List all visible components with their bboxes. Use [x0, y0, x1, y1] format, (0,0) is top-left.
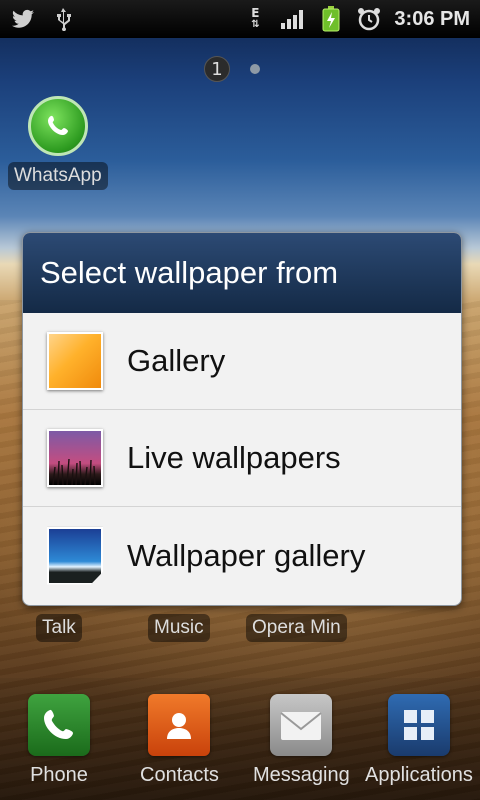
- status-left: [10, 7, 76, 31]
- applications-icon: [387, 694, 450, 756]
- dock-label: Phone: [30, 764, 88, 786]
- dialog-item-gallery[interactable]: Gallery: [23, 313, 461, 410]
- dock-messaging[interactable]: Messaging: [253, 694, 350, 787]
- home-label-opera-mini[interactable]: Opera Min: [246, 614, 347, 642]
- dialog-item-label: Wallpaper gallery: [127, 537, 366, 573]
- twitter-icon: [10, 7, 36, 31]
- phone-icon: [28, 694, 90, 756]
- live-wallpapers-icon: [47, 429, 103, 487]
- data-arrows-icon: ⇅: [251, 19, 260, 30]
- dialog-item-wallpaper-gallery[interactable]: Wallpaper gallery: [23, 507, 461, 604]
- network-label: E: [251, 6, 260, 20]
- dock-label: Applications: [365, 764, 473, 786]
- app-label: WhatsApp: [8, 162, 108, 190]
- messaging-icon: [270, 694, 333, 756]
- status-right: E ⇅ 3:06 PM: [242, 6, 470, 32]
- home-label-talk[interactable]: Talk: [36, 614, 82, 642]
- wallpaper-gallery-icon: [47, 526, 103, 585]
- dialog-item-label: Live wallpapers: [127, 440, 341, 475]
- edge-data-icon: E ⇅: [242, 7, 268, 31]
- gallery-icon: [47, 332, 103, 390]
- dock-label: Contacts: [140, 764, 219, 786]
- contacts-icon: [148, 694, 211, 756]
- page-indicator[interactable]: 1: [204, 56, 260, 82]
- dialog-item-label: Gallery: [127, 343, 226, 378]
- dialog-title: Select wallpaper from: [23, 233, 461, 313]
- status-bar: E ⇅ 3:06 PM: [0, 0, 480, 38]
- usb-icon: [50, 7, 76, 31]
- next-page-dot[interactable]: [250, 64, 260, 74]
- current-page-number: 1: [204, 56, 230, 82]
- signal-icon: [280, 7, 306, 31]
- battery-charging-icon: [318, 6, 344, 32]
- dock-contacts[interactable]: Contacts: [140, 694, 219, 787]
- select-wallpaper-dialog: Select wallpaper from Gallery Live wallp…: [22, 232, 462, 606]
- dock-label: Messaging: [253, 764, 350, 786]
- dock: Phone Contacts Messaging Applications: [0, 678, 480, 800]
- dock-applications[interactable]: Applications: [365, 694, 473, 787]
- dialog-item-live-wallpapers[interactable]: Live wallpapers: [23, 410, 461, 507]
- alarm-icon: [356, 7, 382, 31]
- status-time: 3:06 PM: [394, 7, 470, 30]
- dock-phone[interactable]: Phone: [28, 694, 90, 787]
- home-label-music[interactable]: Music: [148, 614, 210, 642]
- whatsapp-icon: [27, 96, 88, 156]
- app-whatsapp[interactable]: WhatsApp: [8, 96, 108, 190]
